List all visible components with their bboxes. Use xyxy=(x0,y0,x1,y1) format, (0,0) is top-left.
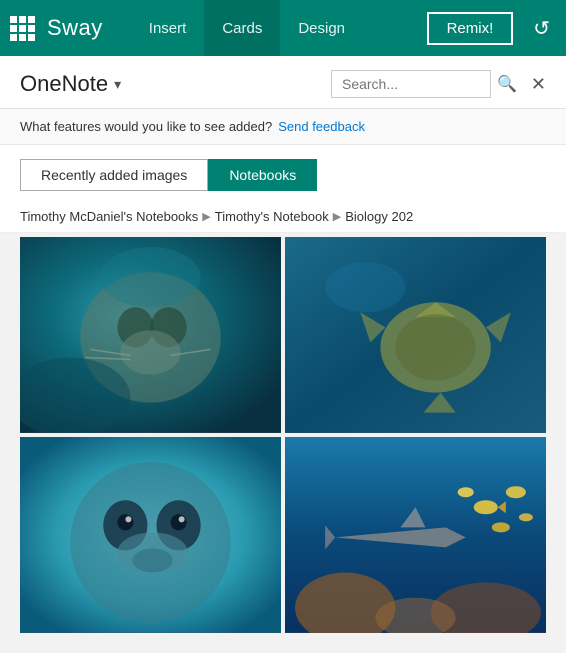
breadcrumb-arrow-2: ▶ xyxy=(333,210,341,223)
breadcrumb-arrow-1: ▶ xyxy=(202,210,210,223)
feedback-bar: What features would you like to see adde… xyxy=(0,109,566,145)
title-dropdown-icon[interactable]: ▾ xyxy=(114,76,121,93)
breadcrumb-part-2[interactable]: Timothy's Notebook xyxy=(215,209,329,224)
main-nav: Insert Cards Design xyxy=(131,0,419,56)
topbar: Sway Insert Cards Design Remix! ↺ xyxy=(0,0,566,56)
nav-insert[interactable]: Insert xyxy=(131,0,205,56)
image-cell-1[interactable] xyxy=(285,237,546,433)
feedback-link[interactable]: Send feedback xyxy=(278,119,365,134)
tab-notebooks[interactable]: Notebooks xyxy=(208,159,317,191)
search-icon[interactable]: 🔍 xyxy=(497,74,517,94)
breadcrumb: Timothy McDaniel's Notebooks ▶ Timothy's… xyxy=(0,201,566,233)
tab-recently-added[interactable]: Recently added images xyxy=(20,159,208,191)
search-input[interactable] xyxy=(331,70,491,98)
feedback-text: What features would you like to see adde… xyxy=(20,119,272,134)
nav-cards[interactable]: Cards xyxy=(204,0,280,56)
image-cell-2[interactable] xyxy=(20,437,281,633)
nav-design[interactable]: Design xyxy=(280,0,363,56)
apps-icon[interactable] xyxy=(10,16,35,41)
image-grid xyxy=(0,233,566,653)
panel-title-area: OneNote ▾ xyxy=(20,71,121,97)
close-icon[interactable]: ✕ xyxy=(531,74,546,95)
image-cell-0[interactable] xyxy=(20,237,281,433)
undo-button[interactable]: ↺ xyxy=(527,10,556,47)
panel-header: OneNote ▾ 🔍 ✕ xyxy=(0,56,566,109)
remix-button[interactable]: Remix! xyxy=(427,12,514,45)
tab-area: Recently added images Notebooks xyxy=(0,145,566,201)
brand-logo: Sway xyxy=(47,15,103,41)
onenote-panel: OneNote ▾ 🔍 ✕ What features would you li… xyxy=(0,56,566,653)
panel-search-area: 🔍 ✕ xyxy=(331,70,546,98)
image-cell-3[interactable] xyxy=(285,437,546,633)
panel-title: OneNote xyxy=(20,71,108,97)
breadcrumb-part-1[interactable]: Timothy McDaniel's Notebooks xyxy=(20,209,198,224)
breadcrumb-part-3[interactable]: Biology 202 xyxy=(345,209,413,224)
